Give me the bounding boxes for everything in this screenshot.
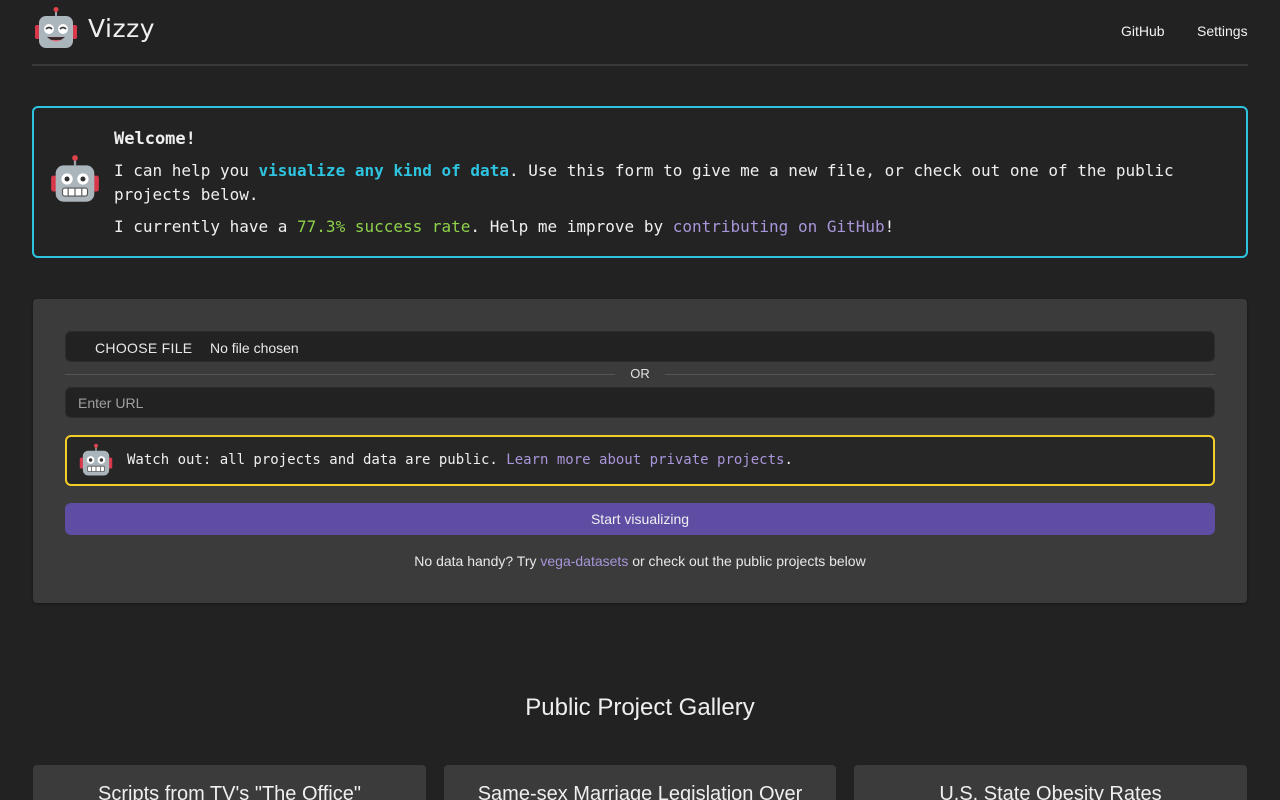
warning-text: Watch out: all projects and data are pub… <box>127 452 507 468</box>
robot-icon <box>51 155 99 202</box>
hint-text-end: or check out the public projects below <box>628 553 866 569</box>
nav-github-link[interactable]: GitHub <box>1121 23 1165 39</box>
datasets-hint: No data handy? Try vega-datasets or chec… <box>33 553 1247 569</box>
welcome-highlight: visualize any kind of data <box>258 161 509 180</box>
private-projects-link[interactable]: Learn more about private projects <box>506 452 784 468</box>
project-card-title: Scripts from TV's "The Office" <box>98 783 361 800</box>
welcome-intro-text: I can help you <box>114 161 259 180</box>
project-card-title: U.S. State Obesity Rates <box>939 783 1162 800</box>
welcome-status: I currently have a 77.3% success rate. H… <box>114 215 1206 239</box>
robot-icon[interactable] <box>34 6 78 50</box>
project-card[interactable]: U.S. State Obesity Rates <box>854 765 1247 800</box>
project-card[interactable]: Scripts from TV's "The Office" <box>33 765 426 800</box>
public-warning: Watch out: all projects and data are pub… <box>65 435 1215 486</box>
gallery-title: Public Project Gallery <box>525 694 755 721</box>
vega-datasets-link[interactable]: vega-datasets <box>540 553 628 569</box>
welcome-status-text-3: ! <box>884 217 895 236</box>
app-logo-text[interactable]: Vizzy <box>88 14 155 43</box>
or-label: OR <box>630 366 650 381</box>
project-card[interactable]: Same-sex Marriage Legislation Over <box>444 765 836 800</box>
url-input[interactable] <box>65 387 1215 418</box>
welcome-panel: Welcome! I can help you visualize any ki… <box>32 106 1248 258</box>
welcome-status-text: I currently have a <box>114 217 298 236</box>
choose-file-button[interactable]: CHOOSE FILE <box>95 340 192 356</box>
robot-icon <box>79 443 113 476</box>
warning-text-end: . <box>784 452 793 468</box>
project-card-title: Same-sex Marriage Legislation Over <box>477 783 803 800</box>
upload-form-card: CHOOSE FILE No file chosen OR Watch out:… <box>33 299 1247 603</box>
nav-settings-link[interactable]: Settings <box>1197 23 1248 39</box>
contribute-github-link[interactable]: contributing on GitHub <box>673 217 885 236</box>
hint-text: No data handy? Try <box>414 553 541 569</box>
start-visualizing-button[interactable]: Start visualizing <box>65 503 1215 535</box>
or-divider: OR <box>65 365 1215 383</box>
file-status: No file chosen <box>210 340 299 356</box>
success-rate: 77.3% success rate <box>297 217 471 236</box>
welcome-status-text-2: . Help me improve by <box>470 217 673 236</box>
welcome-intro: I can help you visualize any kind of dat… <box>114 159 1206 207</box>
welcome-title: Welcome! <box>114 129 196 149</box>
file-input[interactable]: CHOOSE FILE No file chosen <box>65 331 1215 362</box>
top-nav: Vizzy GitHub Settings <box>32 0 1248 66</box>
